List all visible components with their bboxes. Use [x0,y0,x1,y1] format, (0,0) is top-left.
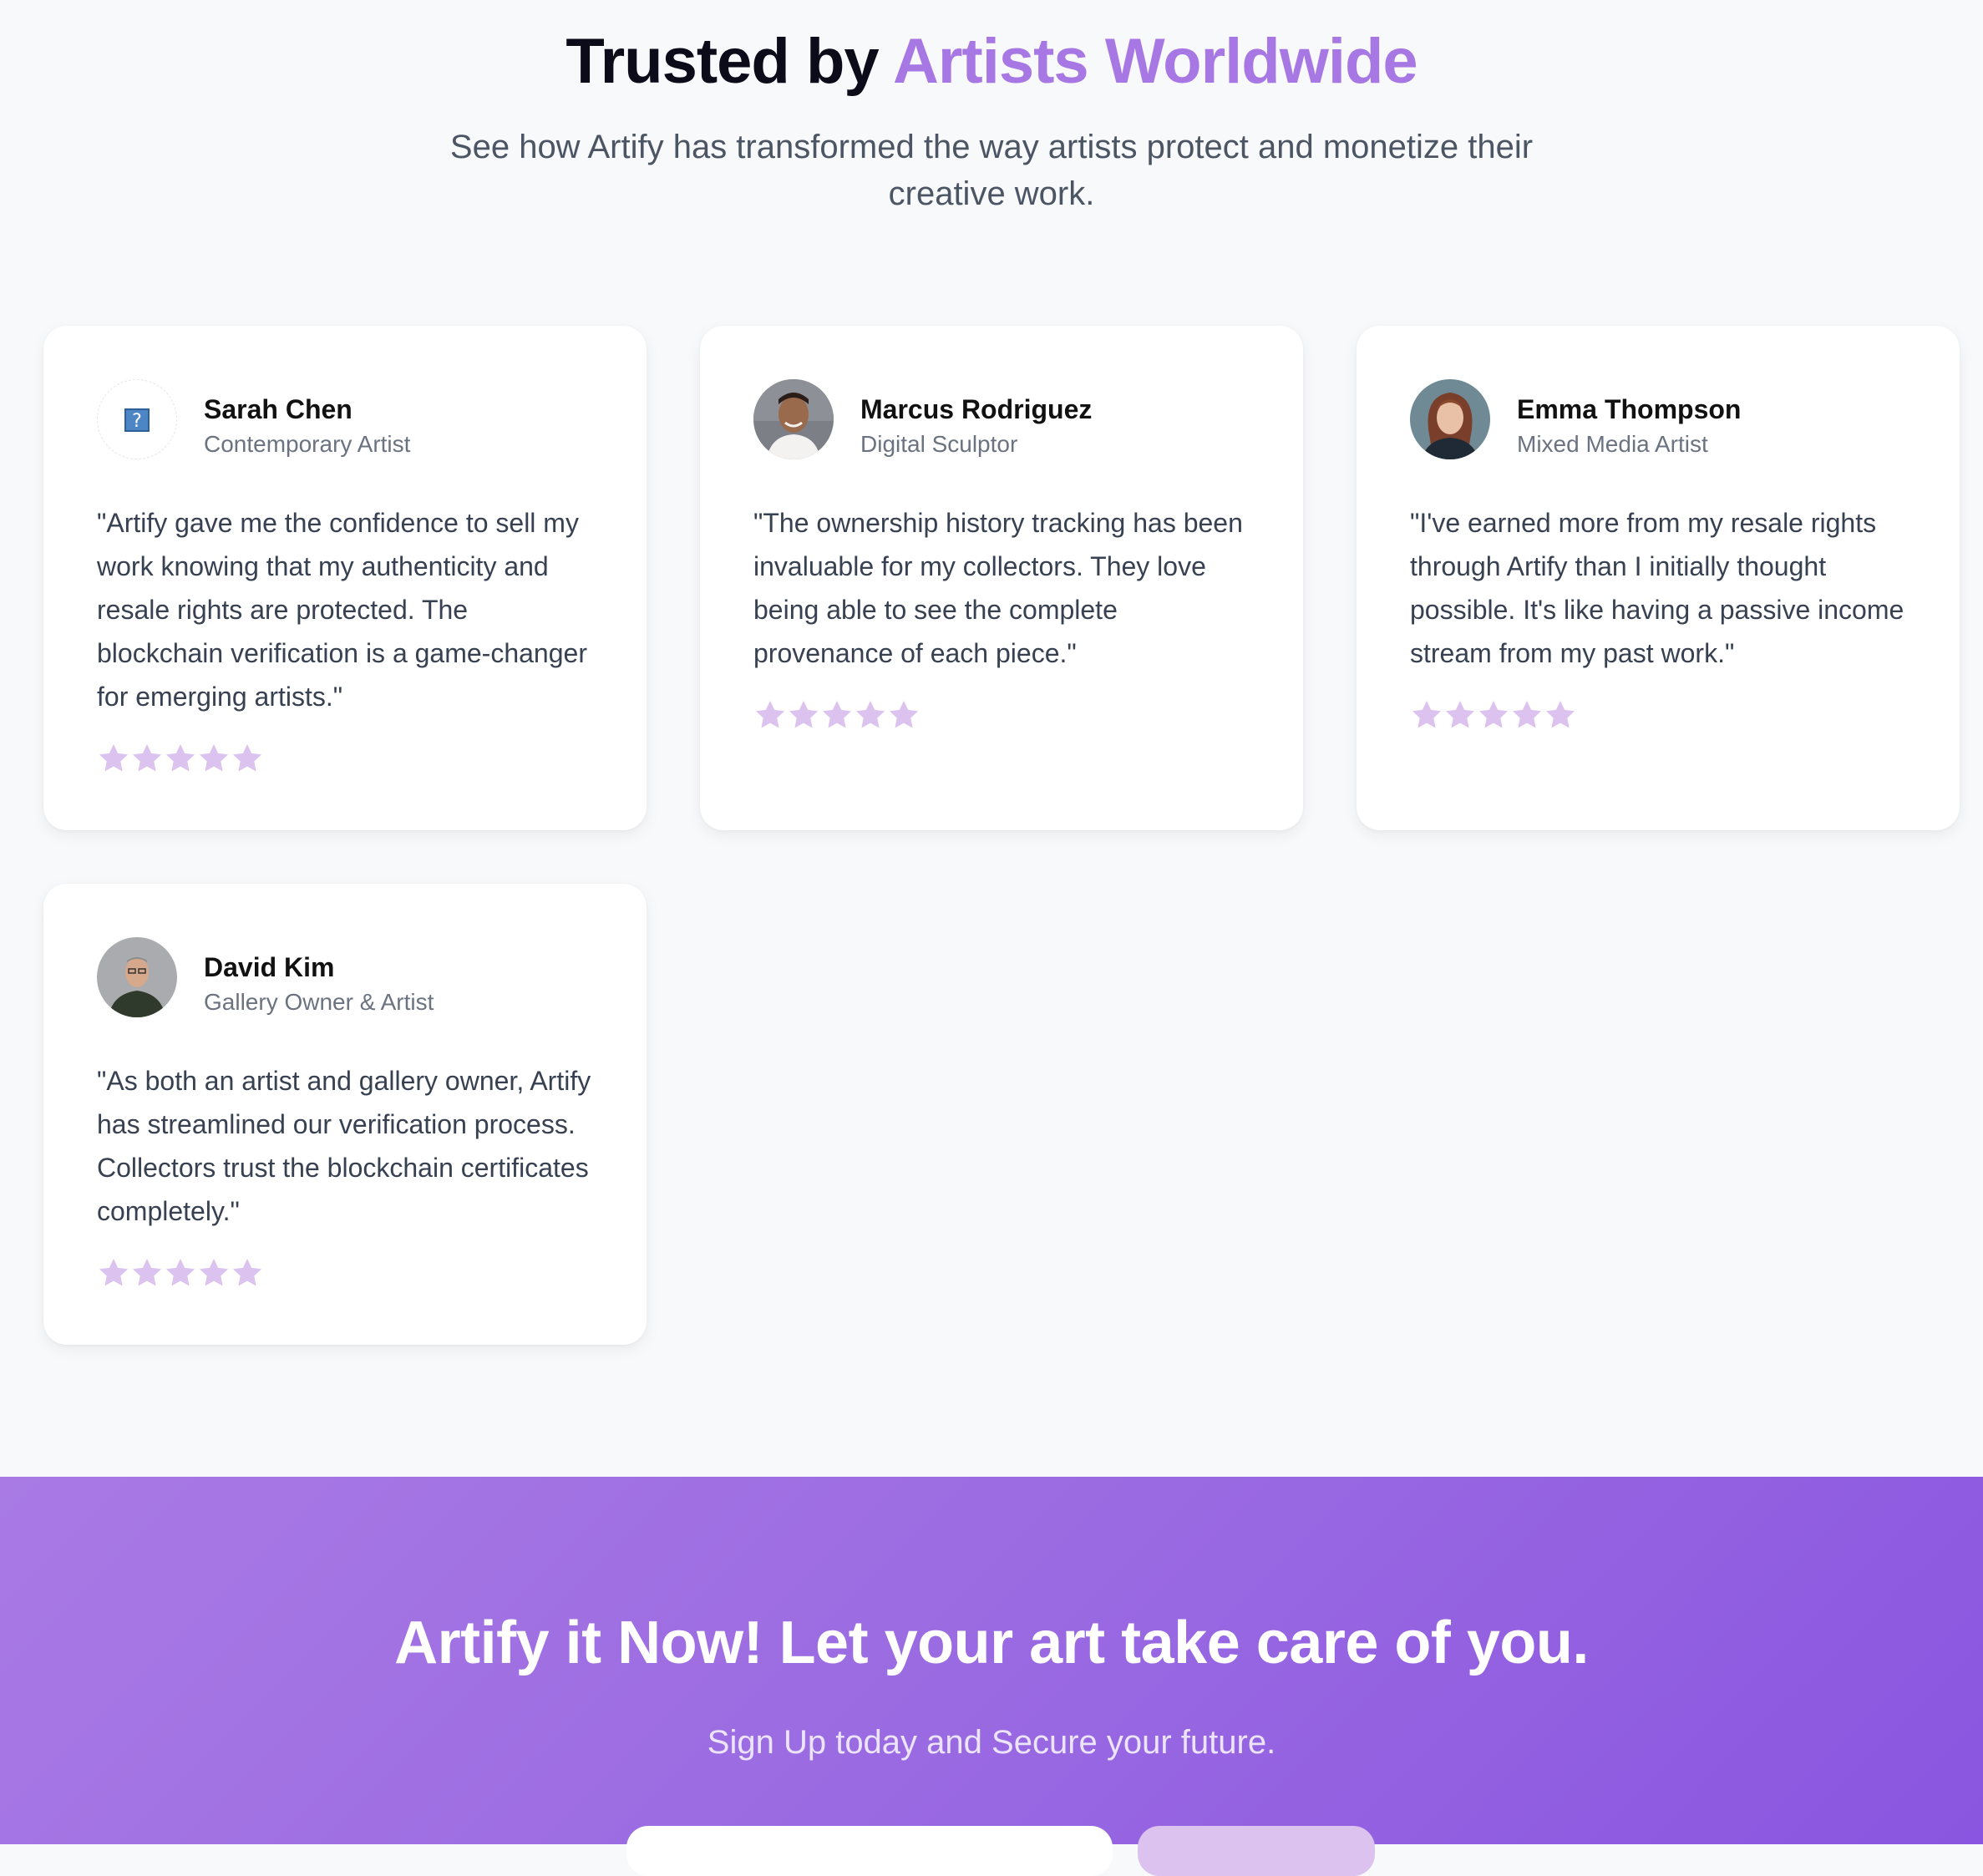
testimonial-role: Contemporary Artist [204,431,411,457]
star-rating [97,1256,264,1290]
heading-text: Trusted by [565,26,893,97]
testimonial-name: Marcus Rodriguez [860,394,1093,424]
star-icon [133,1259,161,1286]
star-icon [233,1259,261,1286]
star-icon [166,1259,195,1286]
star-icon [1513,701,1541,728]
avatar [1410,379,1490,459]
star-icon [200,744,228,772]
broken-image-icon: ? [97,379,177,459]
testimonial-role: Digital Sculptor [860,431,1018,457]
section-heading: Trusted by Artists Worldwide [0,25,1983,98]
testimonial-role: Gallery Owner & Artist [204,989,434,1015]
testimonial-quote: "The ownership history tracking has been… [753,508,1243,668]
testimonial-card: ? Sarah Chen Contemporary Artist "Artify… [43,326,647,830]
cta-subtitle: Sign Up today and Secure your future. [707,1724,1276,1761]
cta-title: Artify it Now! Let your art take care of… [394,1610,1589,1676]
star-icon [789,701,818,728]
section-subtitle: See how Artify has transformed the way a… [449,129,1534,212]
testimonial-name: David Kim [204,952,335,982]
star-rating [753,698,920,732]
testimonial-card: Marcus Rodriguez Digital Sculptor "The o… [700,326,1303,830]
star-icon [200,1259,228,1286]
star-icon [890,701,918,728]
star-icon [99,744,128,772]
star-icon [233,744,261,772]
testimonial-quote: "Artify gave me the confidence to sell m… [97,508,587,712]
star-icon [133,744,161,772]
testimonial-quote: "As both an artist and gallery owner, Ar… [97,1066,591,1226]
star-rating [97,742,264,775]
star-icon [756,701,784,728]
testimonial-name: Sarah Chen [204,394,352,424]
email-input[interactable] [626,1826,1113,1876]
star-icon [1479,701,1508,728]
testimonial-quote: "I've earned more from my resale rights … [1410,508,1904,668]
testimonial-card: Emma Thompson Mixed Media Artist "I've e… [1357,326,1960,830]
testimonial-name: Emma Thompson [1517,394,1742,424]
testimonial-role: Mixed Media Artist [1517,431,1708,457]
star-icon [823,701,851,728]
star-icon [99,1259,128,1286]
star-icon [856,701,885,728]
cta-section: Artify it Now! Let your art take care of… [0,1477,1983,1876]
star-icon [166,744,195,772]
star-rating [1410,698,1577,732]
star-icon [1412,701,1441,728]
avatar [753,379,834,459]
star-icon [1546,701,1575,728]
avatar [97,937,177,1017]
signup-button[interactable] [1138,1826,1375,1876]
heading-accent-text: Artists Worldwide [892,26,1418,97]
star-icon [1446,701,1474,728]
testimonial-card: David Kim Gallery Owner & Artist "As bot… [43,884,647,1345]
